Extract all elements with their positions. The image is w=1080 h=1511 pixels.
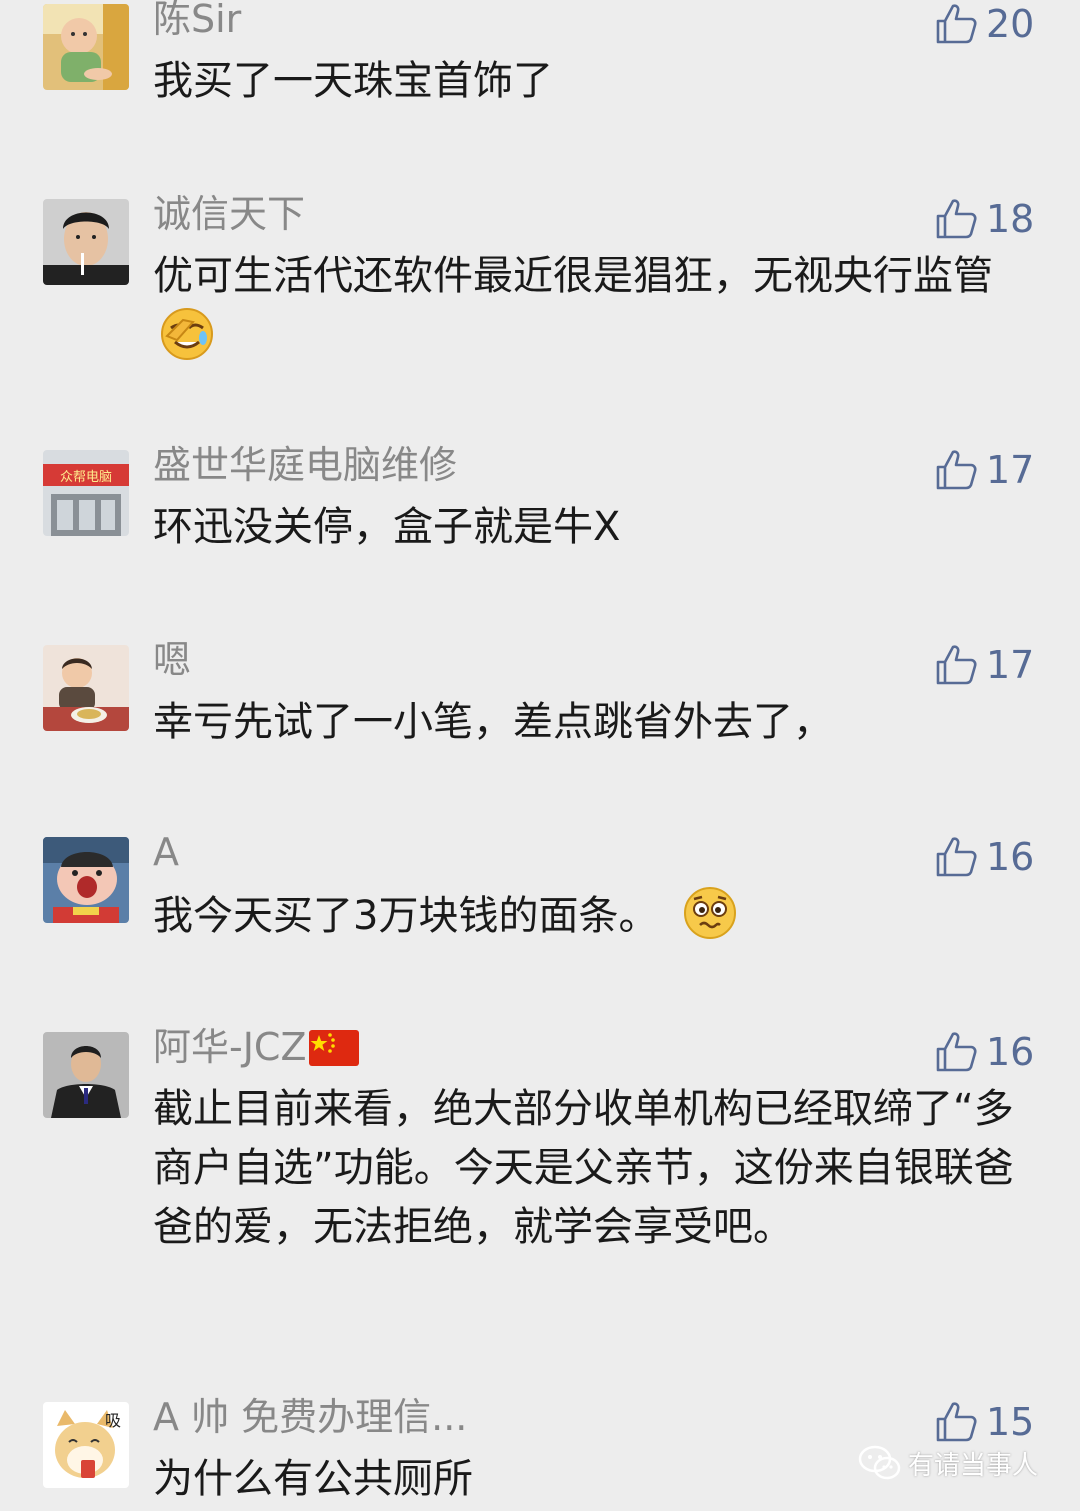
- man-with-cigarette-photo-icon: [43, 199, 129, 285]
- avatar[interactable]: [43, 837, 129, 923]
- thumbs-up-icon: [936, 199, 977, 239]
- comment-text: 截止目前来看，绝大部分收单机构已经取缔了“多商户自选”功能。今天是父亲节，这份来…: [153, 1086, 1014, 1250]
- like-count: 16: [986, 835, 1035, 879]
- like-button[interactable]: 17: [934, 446, 1034, 494]
- nickname[interactable]: A 帅 免费办理信...: [153, 1392, 467, 1442]
- like-button[interactable]: 17: [934, 641, 1034, 689]
- like-button[interactable]: 16: [934, 1028, 1034, 1076]
- comment-text: 我今天买了3万块钱的面条。: [153, 885, 1043, 958]
- child-eating-photo-icon: [43, 645, 129, 731]
- watermark-text: 有请当事人: [908, 1450, 1039, 1481]
- storefront-photo-icon: 众帮电脑: [43, 450, 129, 536]
- worried-emoji-icon: [682, 885, 738, 958]
- nickname[interactable]: 陈Sir: [153, 0, 241, 44]
- like-count: 18: [986, 197, 1035, 241]
- nickname[interactable]: 诚信天下: [153, 189, 305, 239]
- comment-text: 幸亏先试了一小笔，差点跳省外去了，: [153, 699, 833, 745]
- shiba-dog-sticker-icon: 吸: [43, 1402, 129, 1488]
- avatar[interactable]: 吸: [43, 1402, 129, 1488]
- avatar[interactable]: [43, 1032, 129, 1118]
- baby-photo-icon: [43, 4, 129, 90]
- businessman-photo-icon: [43, 1032, 129, 1118]
- like-count: 17: [986, 643, 1035, 687]
- like-button[interactable]: 16: [934, 833, 1034, 881]
- comment-text: 优可生活代还软件最近很是猖狂，无视央行监管: [153, 247, 1043, 379]
- nickname[interactable]: 嗯: [153, 635, 191, 685]
- nickname[interactable]: A: [153, 827, 179, 877]
- like-button[interactable]: 18: [934, 195, 1034, 243]
- avatar[interactable]: [43, 199, 129, 285]
- avatar[interactable]: [43, 645, 129, 731]
- nickname[interactable]: 盛世华庭电脑维修: [153, 440, 457, 490]
- thumbs-up-icon: [936, 4, 977, 44]
- avatar-sign-text: 众帮电脑: [60, 470, 112, 485]
- thumbs-up-icon: [936, 450, 977, 490]
- like-count: 16: [986, 1030, 1035, 1074]
- thumbs-up-icon: [936, 1032, 977, 1072]
- avatar[interactable]: 众帮电脑: [43, 450, 129, 536]
- thumbs-up-icon: [936, 837, 977, 877]
- like-button[interactable]: 20: [934, 0, 1034, 48]
- like-count: 20: [986, 2, 1035, 46]
- comment-text: 环迅没关停，盒子就是牛X: [153, 504, 621, 550]
- avatar[interactable]: [43, 4, 129, 90]
- china-flag-icon: [308, 1028, 359, 1078]
- cartoon-face-photo-icon: [43, 837, 129, 923]
- like-count: 17: [986, 448, 1035, 492]
- like-count: 15: [986, 1400, 1035, 1444]
- thumbs-up-icon: [936, 1402, 977, 1442]
- comment-text: 我买了一天珠宝首饰了: [153, 58, 553, 104]
- thumbs-up-icon: [936, 645, 977, 685]
- like-button[interactable]: 15: [934, 1398, 1034, 1446]
- wechat-icon: [858, 1445, 901, 1480]
- sticker-text: 吸: [105, 1411, 121, 1430]
- facepalm-emoji-icon: [159, 306, 215, 379]
- watermark: 有请当事人: [858, 1444, 1038, 1482]
- nickname[interactable]: 阿华-JCZ: [153, 1022, 359, 1078]
